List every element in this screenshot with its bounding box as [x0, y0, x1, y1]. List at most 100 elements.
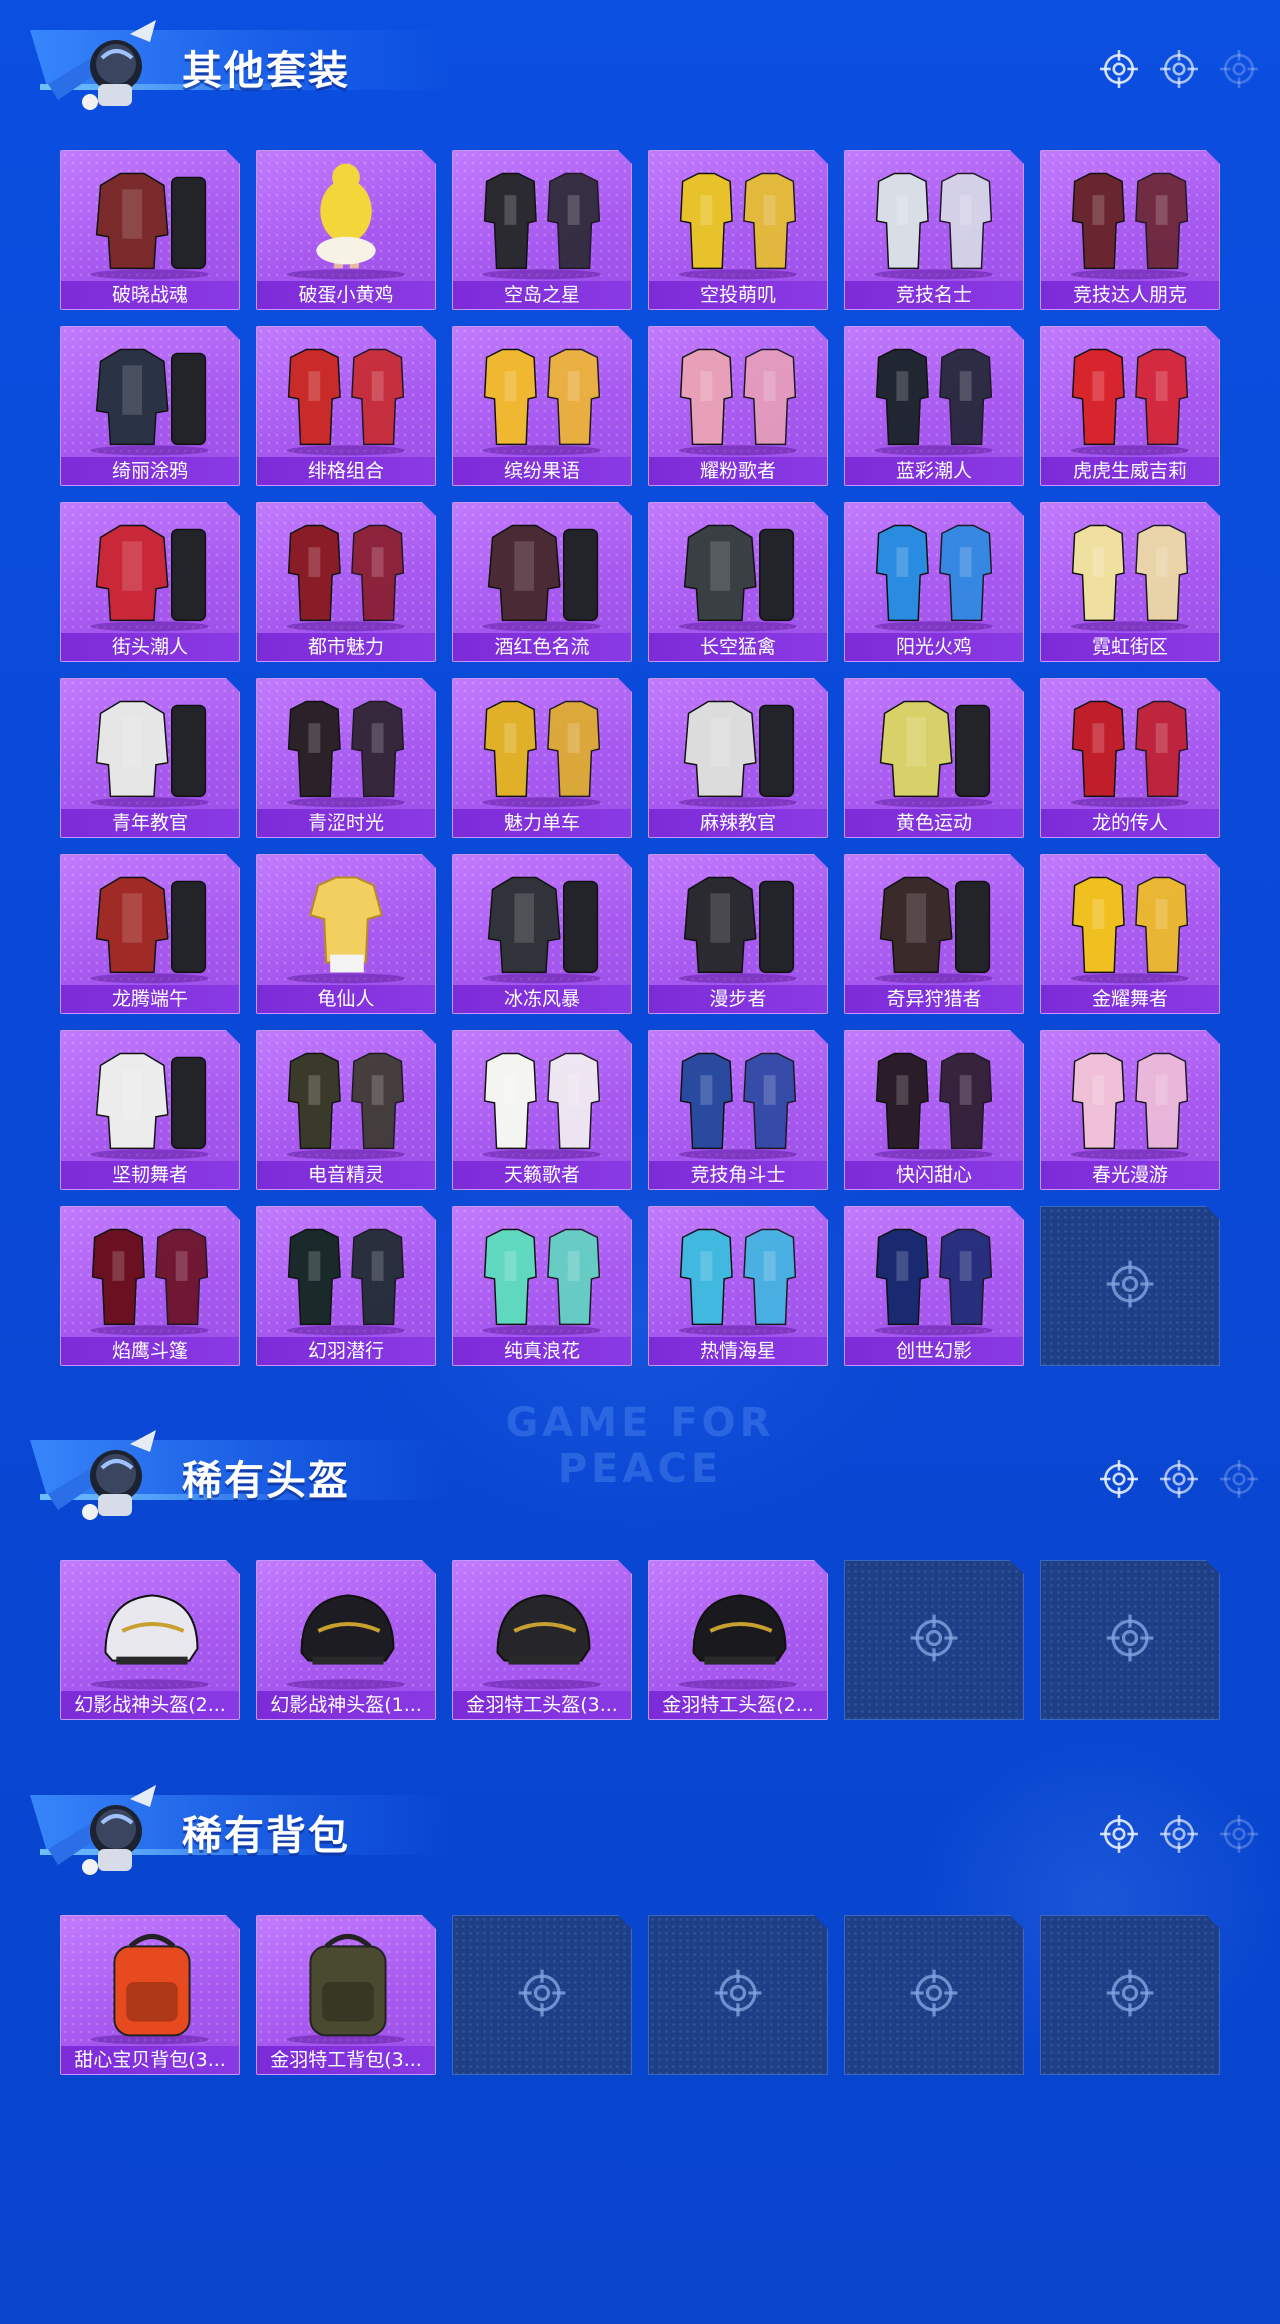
- item-card[interactable]: 街头潮人: [60, 502, 240, 662]
- outfit-image: [649, 679, 827, 809]
- item-label: 幻影战神头盔(1...: [257, 1691, 435, 1719]
- mascot-icon: [38, 1779, 168, 1889]
- outfit-image: [845, 679, 1023, 809]
- outfit-image: [649, 855, 827, 985]
- item-card[interactable]: 都市魅力: [256, 502, 436, 662]
- item-card[interactable]: 空岛之星: [452, 150, 632, 310]
- item-card[interactable]: 竞技名士: [844, 150, 1024, 310]
- item-label: 竞技达人朋克: [1041, 281, 1219, 309]
- item-label: 空投萌叽: [649, 281, 827, 309]
- pair-image: [61, 1207, 239, 1337]
- item-card[interactable]: 纯真浪花: [452, 1206, 632, 1366]
- item-label: 空岛之星: [453, 281, 631, 309]
- pair-image: [649, 327, 827, 457]
- item-card[interactable]: 金羽特工头盔(2...: [648, 1560, 828, 1720]
- item-card[interactable]: 龟仙人: [256, 854, 436, 1014]
- item-card[interactable]: 阳光火鸡: [844, 502, 1024, 662]
- item-label: 龟仙人: [257, 985, 435, 1013]
- helmet-image: [649, 1561, 827, 1691]
- crosshair-icon: [908, 1967, 960, 2023]
- item-card[interactable]: 破蛋小黄鸡: [256, 150, 436, 310]
- item-card[interactable]: 金耀舞者: [1040, 854, 1220, 1014]
- item-card[interactable]: 焰鹰斗篷: [60, 1206, 240, 1366]
- item-card[interactable]: 甜心宝贝背包(3...: [60, 1915, 240, 2075]
- outfit-image: [649, 503, 827, 633]
- item-card[interactable]: 黄色运动: [844, 678, 1024, 838]
- helmet-image: [61, 1561, 239, 1691]
- item-card[interactable]: 青年教官: [60, 678, 240, 838]
- item-card[interactable]: 金羽特工头盔(3...: [452, 1560, 632, 1720]
- item-card[interactable]: 电音精灵: [256, 1030, 436, 1190]
- item-card[interactable]: 绮丽涂鸦: [60, 326, 240, 486]
- outfit-image: [845, 855, 1023, 985]
- section-0: 其他套装 破晓战魂 破蛋小黄鸡 空岛之星 空投萌叽 竞技名士 竞技达人朋克 绮丽涂鸦 绯格组合缤…: [0, 0, 1280, 120]
- section-title: 其他套装: [182, 48, 350, 94]
- item-card[interactable]: 热情海星: [648, 1206, 828, 1366]
- pair-image: [845, 1207, 1023, 1337]
- item-card[interactable]: 魅力单车: [452, 678, 632, 838]
- item-label: 绮丽涂鸦: [61, 457, 239, 485]
- section-1: 稀有头盔 幻影战神头盔(2... 幻影战神头盔(1... 金羽特工头盔(3... 金羽特…: [0, 1410, 1280, 1530]
- item-card[interactable]: 创世幻影: [844, 1206, 1024, 1366]
- crosshair-icon: [1218, 48, 1260, 90]
- item-label: 天籁歌者: [453, 1161, 631, 1189]
- item-label: 霓虹街区: [1041, 633, 1219, 661]
- item-card[interactable]: 竞技达人朋克: [1040, 150, 1220, 310]
- item-card[interactable]: 虎虎生威吉莉: [1040, 326, 1220, 486]
- item-card[interactable]: 龙腾端午: [60, 854, 240, 1014]
- item-label: 快闪甜心: [845, 1161, 1023, 1189]
- item-card[interactable]: 耀粉歌者: [648, 326, 828, 486]
- item-card[interactable]: 冰冻风暴: [452, 854, 632, 1014]
- item-card[interactable]: 坚韧舞者: [60, 1030, 240, 1190]
- item-label: 漫步者: [649, 985, 827, 1013]
- outfit-image: [61, 679, 239, 809]
- item-card[interactable]: 青涩时光: [256, 678, 436, 838]
- mascot-icon: [38, 1424, 168, 1534]
- item-card[interactable]: 麻辣教官: [648, 678, 828, 838]
- item-card[interactable]: 绯格组合: [256, 326, 436, 486]
- item-card[interactable]: 霓虹街区: [1040, 502, 1220, 662]
- empty-slot: [844, 1915, 1024, 2075]
- item-label: 缤纷果语: [453, 457, 631, 485]
- item-card[interactable]: 漫步者: [648, 854, 828, 1014]
- item-card[interactable]: 幻影战神头盔(2...: [60, 1560, 240, 1720]
- item-card[interactable]: 金羽特工背包(3...: [256, 1915, 436, 2075]
- item-card[interactable]: 破晓战魂: [60, 150, 240, 310]
- pair-image: [845, 327, 1023, 457]
- section-header: 稀有头盔: [0, 1410, 1280, 1530]
- item-label: 绯格组合: [257, 457, 435, 485]
- item-card[interactable]: 快闪甜心: [844, 1030, 1024, 1190]
- item-card[interactable]: 竞技角斗士: [648, 1030, 828, 1190]
- item-card[interactable]: 缤纷果语: [452, 326, 632, 486]
- item-card[interactable]: 奇异狩猎者: [844, 854, 1024, 1014]
- item-card[interactable]: 长空猛禽: [648, 502, 828, 662]
- pair-image: [1041, 679, 1219, 809]
- item-card[interactable]: 春光漫游: [1040, 1030, 1220, 1190]
- section-2: 稀有背包 甜心宝贝背包(3... 金羽特工背包(3...: [0, 1765, 1280, 1885]
- item-label: 金羽特工头盔(3...: [453, 1691, 631, 1719]
- crosshair-icon: [1104, 1258, 1156, 1314]
- item-label: 长空猛禽: [649, 633, 827, 661]
- item-card[interactable]: 龙的传人: [1040, 678, 1220, 838]
- outfit-image: [453, 855, 631, 985]
- item-label: 金羽特工头盔(2...: [649, 1691, 827, 1719]
- item-card[interactable]: 蓝彩潮人: [844, 326, 1024, 486]
- item-card[interactable]: 幻影战神头盔(1...: [256, 1560, 436, 1720]
- item-label: 幻羽潜行: [257, 1337, 435, 1365]
- outfit-image: [61, 855, 239, 985]
- section-header: 其他套装: [0, 0, 1280, 120]
- pair-image: [845, 1031, 1023, 1161]
- item-card[interactable]: 天籁歌者: [452, 1030, 632, 1190]
- pair-image: [1041, 855, 1219, 985]
- item-card[interactable]: 幻羽潜行: [256, 1206, 436, 1366]
- crosshair-icon: [1098, 1813, 1140, 1855]
- pair-image: [649, 1207, 827, 1337]
- item-card[interactable]: 酒红色名流: [452, 502, 632, 662]
- outfit-image: [61, 151, 239, 281]
- item-label: 金羽特工背包(3...: [257, 2046, 435, 2074]
- item-label: 金耀舞者: [1041, 985, 1219, 1013]
- item-label: 春光漫游: [1041, 1161, 1219, 1189]
- item-card[interactable]: 空投萌叽: [648, 150, 828, 310]
- shirt-image: [257, 855, 435, 985]
- crosshair-icon: [1158, 48, 1200, 90]
